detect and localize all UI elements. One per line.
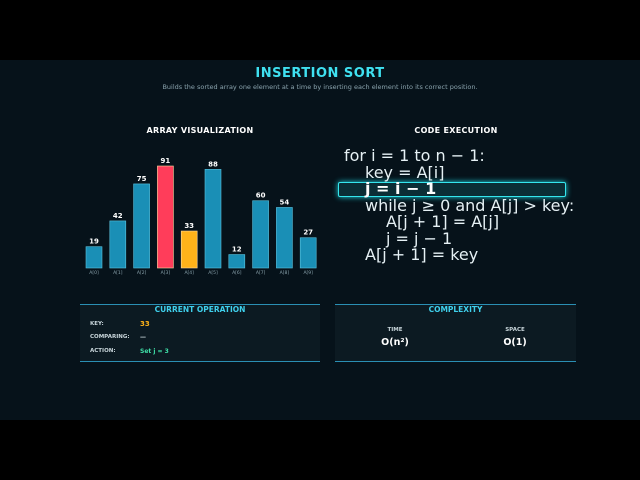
bar-index-label: A[7] — [256, 270, 266, 276]
bar-value-label: 88 — [208, 160, 218, 168]
bar-A[7] — [252, 200, 269, 269]
bar-A[2] — [133, 183, 150, 269]
comparing-label: COMPARING: — [90, 334, 130, 340]
code-section-title: CODE EXECUTION — [414, 126, 498, 135]
bar-A[5] — [204, 169, 222, 269]
bar-index-label: A[5] — [208, 270, 218, 276]
bar-A[3] — [157, 165, 174, 269]
code-line: A[j + 1] = key — [365, 245, 479, 264]
bar-index-label: A[9] — [303, 270, 313, 276]
bar-index-label: A[2] — [137, 270, 147, 276]
bar-value-label: 12 — [232, 246, 242, 254]
space-value: O(1) — [503, 337, 527, 348]
bar-value-label: 27 — [303, 229, 313, 237]
page-subtitle: Builds the sorted array one element at a… — [162, 83, 478, 91]
bar-value-label: 54 — [280, 198, 290, 206]
bar-A[9] — [299, 237, 317, 269]
bar-A[4] — [180, 230, 198, 269]
comparing-value: — — [140, 334, 146, 341]
code-line: j = i − 1 — [365, 179, 437, 198]
page-title: INSERTION SORT — [255, 66, 385, 81]
bar-value-label: 60 — [256, 192, 266, 200]
bar-index-label: A[6] — [232, 270, 242, 276]
array-bar-chart: 19 A[0] 42 A[1] 75 A[2] 91 A[3] 33 A[4] 88 A[5] 12 A[… — [85, 157, 317, 276]
bar-index-label: A[8] — [280, 270, 290, 276]
bar-A[6] — [228, 254, 246, 269]
complexity-title: COMPLEXITY — [428, 305, 483, 314]
complexity-panel: COMPLEXITY TIME O(n²) SPACE O(1) — [335, 304, 576, 362]
bar-value-label: 19 — [89, 238, 99, 246]
time-label: TIME — [387, 327, 403, 333]
code-line: j = j − 1 — [386, 228, 453, 248]
key-value: 33 — [140, 320, 150, 328]
bar-index-label: A[3] — [161, 270, 171, 276]
bar-index-label: A[0] — [89, 270, 99, 276]
bar-index-label: A[1] — [113, 270, 123, 276]
bar-A[1] — [109, 220, 127, 269]
visualizer-stage: INSERTION SORT Builds the sorted array o… — [0, 60, 640, 420]
bar-A[0] — [85, 246, 103, 269]
bar-value-label: 42 — [113, 212, 123, 220]
bar-value-label: 33 — [184, 222, 194, 230]
array-section-title: ARRAY VISUALIZATION — [146, 126, 254, 135]
time-complexity: TIME O(n²) — [355, 327, 435, 348]
bar-value-label: 75 — [137, 175, 147, 183]
code-line: for i = 1 to n − 1: — [344, 146, 485, 165]
code-line: while j ≥ 0 and A[j] > key: — [365, 195, 575, 215]
current-operation-title: CURRENT OPERATION — [154, 305, 246, 314]
action-value: Set j = 3 — [140, 348, 169, 355]
space-complexity: SPACE O(1) — [475, 327, 555, 348]
bar-value-label: 91 — [161, 157, 171, 165]
bar-index-label: A[4] — [184, 270, 194, 276]
code-line: A[j + 1] = A[j] — [386, 212, 500, 231]
code-line: key = A[i] — [365, 162, 445, 182]
action-label: ACTION: — [90, 348, 116, 354]
bar-A[8] — [276, 207, 293, 269]
time-value: O(n²) — [381, 337, 409, 348]
key-label: KEY: — [90, 321, 104, 327]
space-label: SPACE — [505, 327, 525, 333]
current-operation-panel: CURRENT OPERATION KEY: 33 COMPARING: — A… — [80, 304, 320, 362]
